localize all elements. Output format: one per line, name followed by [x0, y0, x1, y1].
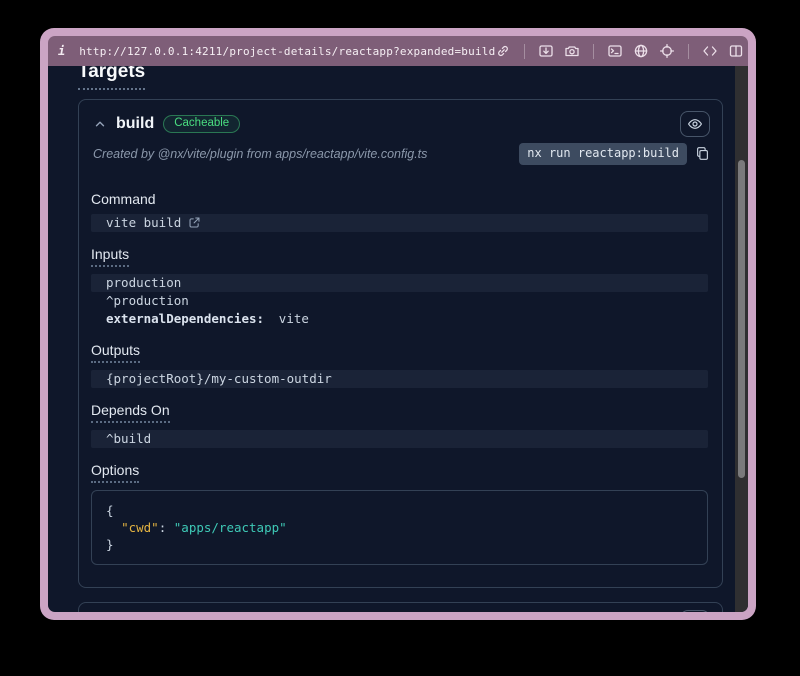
- input-value: ^production: [106, 292, 189, 310]
- options-json-block: { "cwd": "apps/reactapp" }: [91, 490, 708, 565]
- split-view-icon[interactable]: [728, 43, 744, 59]
- toolbar-actions: [495, 43, 744, 59]
- toolbar-divider: [688, 44, 689, 59]
- scrollbar-track[interactable]: [735, 66, 748, 612]
- input-row: externalDependencies: vite: [91, 310, 708, 328]
- view-graph-button[interactable]: [680, 111, 710, 137]
- cacheable-badge: Cacheable: [163, 115, 240, 134]
- crosshair-icon[interactable]: [659, 43, 675, 59]
- created-by-text: Created by @nx/vite/plugin from apps/rea…: [93, 147, 427, 161]
- code-icon[interactable]: [702, 43, 718, 59]
- outputs-list: {projectRoot}/my-custom-outdir: [91, 370, 708, 388]
- chevron-up-icon[interactable]: [93, 117, 107, 131]
- external-link-icon[interactable]: [188, 216, 201, 229]
- view-graph-button[interactable]: [680, 610, 710, 612]
- command-heading: Command: [91, 191, 156, 207]
- depends-on-list: ^build: [91, 430, 708, 448]
- command-value: vite build: [106, 214, 181, 232]
- json-value: "apps/reactapp": [174, 520, 287, 535]
- input-kv-value: vite: [279, 310, 309, 328]
- command-row: vite build: [91, 214, 708, 232]
- browser-window: i http://127.0.0.1:4211/project-details/…: [40, 28, 756, 620]
- options-heading[interactable]: Options: [91, 462, 139, 483]
- outputs-heading[interactable]: Outputs: [91, 342, 140, 363]
- project-details-view: Targets build Cacheable: [48, 66, 735, 612]
- output-row: {projectRoot}/my-custom-outdir: [91, 370, 708, 388]
- eye-icon: [687, 116, 703, 132]
- info-icon: i: [58, 44, 65, 58]
- download-icon[interactable]: [538, 43, 554, 59]
- scrollbar-thumb[interactable]: [738, 160, 745, 478]
- copy-icon[interactable]: [695, 146, 710, 161]
- toolbar-divider: [593, 44, 594, 59]
- browser-toolbar: i http://127.0.0.1:4211/project-details/…: [48, 36, 748, 66]
- target-card-build: build Cacheable Created by @nx/vite/plug…: [78, 99, 723, 588]
- browser-inner: i http://127.0.0.1:4211/project-details/…: [48, 36, 748, 612]
- serve-card-header[interactable]: serve vite serve: [79, 603, 722, 612]
- json-key: "cwd": [121, 520, 159, 535]
- depends-on-heading[interactable]: Depends On: [91, 402, 170, 423]
- link-icon[interactable]: [495, 43, 511, 59]
- globe-icon[interactable]: [633, 43, 649, 59]
- build-card-subheader: Created by @nx/vite/plugin from apps/rea…: [79, 141, 722, 177]
- terminal-icon[interactable]: [607, 43, 623, 59]
- json-line: }: [106, 536, 693, 553]
- camera-icon[interactable]: [564, 43, 580, 59]
- command-list: vite build: [91, 214, 708, 232]
- run-command-chip: nx run reactapp:build: [519, 143, 687, 165]
- toolbar-divider: [524, 44, 525, 59]
- depends-on-row: ^build: [91, 430, 708, 448]
- input-kv-key: externalDependencies:: [106, 310, 264, 328]
- depends-on-value: ^build: [106, 430, 151, 448]
- inputs-heading[interactable]: Inputs: [91, 246, 129, 267]
- input-row: ^production: [91, 292, 708, 310]
- json-line: {: [106, 502, 693, 519]
- targets-heading: Targets: [78, 66, 145, 90]
- target-card-serve: serve vite serve: [78, 602, 723, 612]
- build-card-body: Command vite build Inputs: [79, 191, 722, 587]
- inputs-list: production ^production externalDependenc…: [91, 274, 708, 328]
- address-bar[interactable]: http://127.0.0.1:4211/project-details/re…: [79, 45, 495, 58]
- json-line: "cwd": "apps/reactapp": [106, 519, 693, 536]
- page-content: Targets build Cacheable: [48, 66, 748, 612]
- build-card-header[interactable]: build Cacheable: [79, 100, 722, 141]
- output-value: {projectRoot}/my-custom-outdir: [106, 370, 332, 388]
- input-value: production: [106, 274, 181, 292]
- input-row: production: [91, 274, 708, 292]
- target-name: build: [116, 115, 154, 133]
